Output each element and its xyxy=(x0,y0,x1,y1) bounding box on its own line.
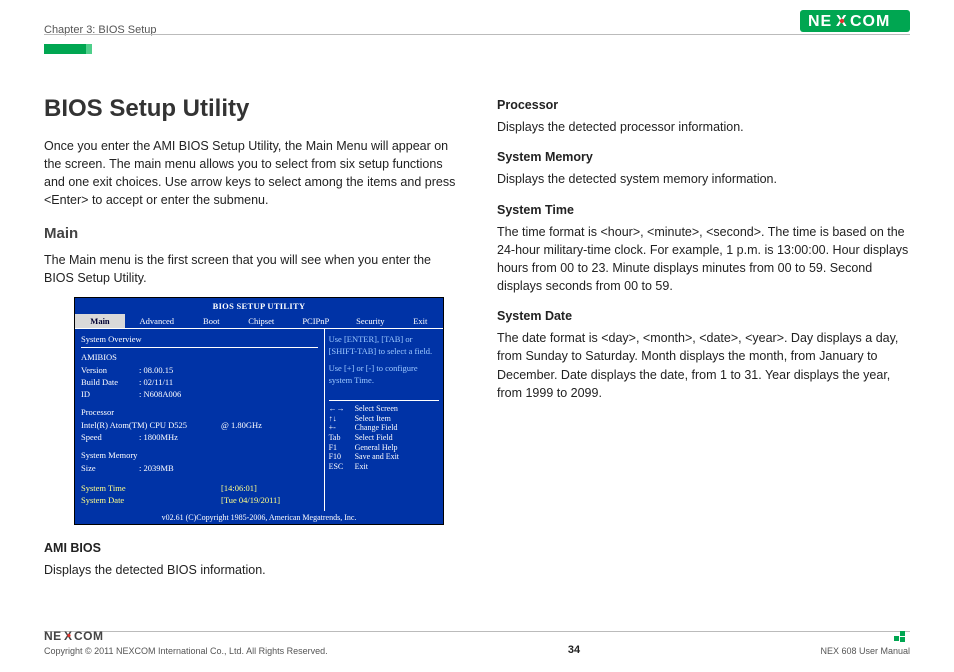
brand-logo: NE X COM xyxy=(800,10,910,32)
page-number: 34 xyxy=(568,644,580,656)
bios-speed-val: : 1800MHz xyxy=(139,431,178,443)
svg-text:NE: NE xyxy=(808,13,832,30)
bios-overview-label: System Overview xyxy=(81,333,318,345)
bios-screenshot: BIOS SETUP UTILITY Main Advanced Boot Ch… xyxy=(74,297,444,525)
bios-right-pane: Use [ENTER], [TAB] or [SHIFT-TAB] to sel… xyxy=(324,329,443,511)
bios-help-1: Use [ENTER], [TAB] or [SHIFT-TAB] to sel… xyxy=(329,333,439,358)
bios-tab-security: Security xyxy=(343,314,398,328)
bios-body: System Overview AMIBIOS Version: 08.00.1… xyxy=(75,329,443,511)
bios-version-key: Version xyxy=(81,364,139,376)
bios-amibios-label: AMIBIOS xyxy=(81,351,318,363)
bios-key-legend: ←→Select Screen↑↓Select Item+-Change Fie… xyxy=(329,400,439,471)
bios-key: ←→ xyxy=(329,404,355,414)
bios-tab-exit: Exit xyxy=(398,314,443,328)
page-footer: NE X COM Copyright © 2011 NEXCOM Interna… xyxy=(44,629,910,656)
bios-version-val: : 08.00.15 xyxy=(139,364,173,376)
bios-footer: v02.61 (C)Copyright 1985-2006, American … xyxy=(75,511,443,525)
bios-key-desc: Change Field xyxy=(355,423,398,433)
footer-logo: NE X COM xyxy=(44,629,112,642)
bios-tab-chipset: Chipset xyxy=(234,314,289,328)
intro-paragraph: Once you enter the AMI BIOS Setup Utilit… xyxy=(44,137,457,210)
copyright-text: Copyright © 2011 NEXCOM International Co… xyxy=(44,646,328,656)
bios-key-desc: Select Screen xyxy=(355,404,398,414)
bios-tab-boot: Boot xyxy=(189,314,234,328)
section-main-heading: Main xyxy=(44,223,457,245)
right-column: Processor Displays the detected processo… xyxy=(497,92,910,586)
bios-key-desc: General Help xyxy=(355,443,398,453)
bios-key-desc: Select Item xyxy=(355,414,391,424)
amibios-heading: AMI BIOS xyxy=(44,539,457,557)
amibios-paragraph: Displays the detected BIOS information. xyxy=(44,561,457,579)
bios-tab-main: Main xyxy=(75,314,125,328)
bios-key: F10 xyxy=(329,452,355,462)
bios-processor-label: Processor xyxy=(81,406,318,418)
memory-heading: System Memory xyxy=(497,148,910,166)
bios-memory-label: System Memory xyxy=(81,449,318,461)
bios-size-val: : 2039MB xyxy=(139,462,174,474)
svg-text:COM: COM xyxy=(74,629,104,642)
footer-squares-icon xyxy=(894,631,910,644)
bios-key: Tab xyxy=(329,433,355,443)
bios-key: ESC xyxy=(329,462,355,472)
section-main-paragraph: The Main menu is the first screen that y… xyxy=(44,251,457,287)
bios-menu-bar: Main Advanced Boot Chipset PCIPnP Securi… xyxy=(75,314,443,329)
bios-key-desc: Exit xyxy=(355,462,368,472)
bios-id-val: : N608A006 xyxy=(139,388,181,400)
bios-tab-advanced: Advanced xyxy=(125,314,189,328)
bios-speed-key: Speed xyxy=(81,431,139,443)
bios-tab-pcipnp: PCIPnP xyxy=(289,314,344,328)
processor-paragraph: Displays the detected processor informat… xyxy=(497,118,910,136)
bios-key-desc: Save and Exit xyxy=(355,452,399,462)
bios-size-key: Size xyxy=(81,462,139,474)
bios-builddate-val: : 02/11/11 xyxy=(139,376,173,388)
bios-key: ↑↓ xyxy=(329,414,355,424)
date-heading: System Date xyxy=(497,307,910,325)
bios-key-desc: Select Field xyxy=(355,433,393,443)
header-rule xyxy=(44,34,910,35)
bios-help-2: Use [+] or [-] to configure system Time. xyxy=(329,362,439,387)
bios-systime-key: System Time xyxy=(81,482,221,494)
manual-name: NEX 608 User Manual xyxy=(820,646,910,656)
bios-sysdate-key: System Date xyxy=(81,494,221,506)
svg-text:COM: COM xyxy=(850,13,890,30)
bios-cpu-name: Intel(R) Atom(TM) CPU D525 xyxy=(81,419,221,431)
bios-key: +- xyxy=(329,423,355,433)
bios-systime-val: [14:06:01] xyxy=(221,482,257,494)
time-paragraph: The time format is <hour>, <minute>, <se… xyxy=(497,223,910,296)
time-heading: System Time xyxy=(497,201,910,219)
page-tab-decoration xyxy=(44,44,86,54)
bios-sysdate-val: [Tue 04/19/2011] xyxy=(221,494,280,506)
svg-text:NE: NE xyxy=(44,629,62,642)
content-columns: BIOS Setup Utility Once you enter the AM… xyxy=(44,92,910,586)
bios-id-key: ID xyxy=(81,388,139,400)
bios-builddate-key: Build Date xyxy=(81,376,139,388)
processor-heading: Processor xyxy=(497,96,910,114)
date-paragraph: The date format is <day>, <month>, <date… xyxy=(497,329,910,402)
bios-title: BIOS SETUP UTILITY xyxy=(75,298,443,313)
bios-cpu-freq: @ 1.80GHz xyxy=(221,419,262,431)
left-column: BIOS Setup Utility Once you enter the AM… xyxy=(44,92,457,586)
bios-key: F1 xyxy=(329,443,355,453)
bios-left-pane: System Overview AMIBIOS Version: 08.00.1… xyxy=(75,329,324,511)
memory-paragraph: Displays the detected system memory info… xyxy=(497,170,910,188)
page-title: BIOS Setup Utility xyxy=(44,92,457,127)
